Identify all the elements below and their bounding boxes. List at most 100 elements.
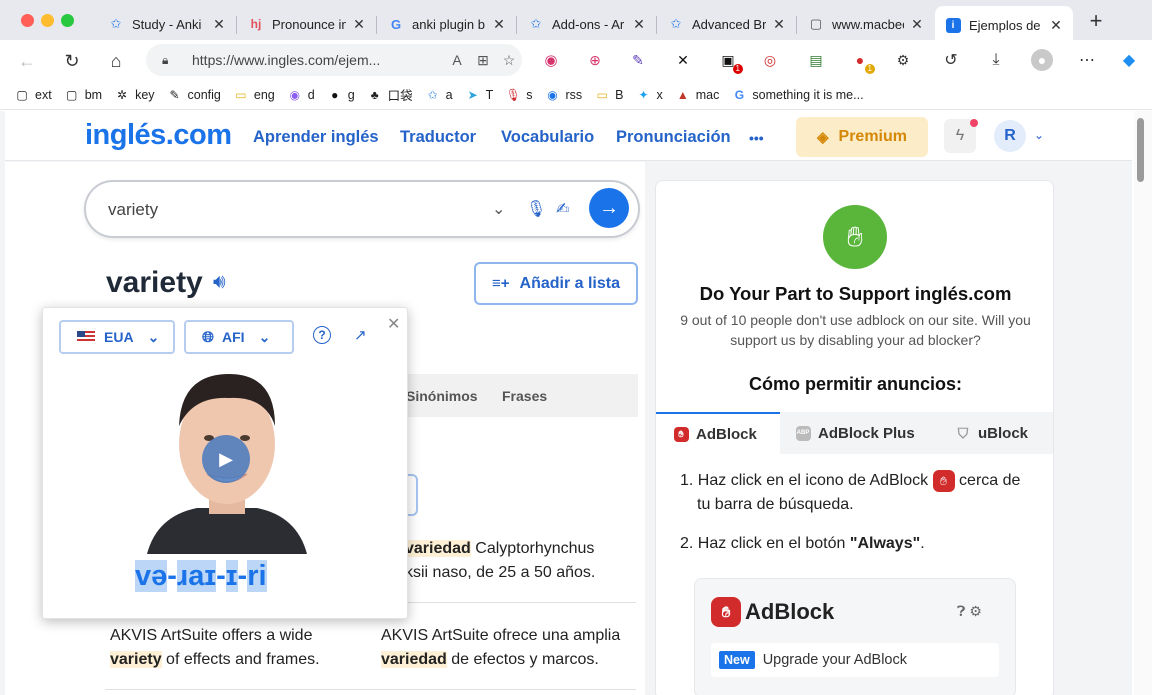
microphone-icon[interactable]: 🎙︎ — [526, 199, 546, 219]
tab-add-ons[interactable]: ✩ Add-ons - Ar ✕ — [518, 8, 656, 40]
tab-ublock[interactable]: ⛉ uBlock — [954, 412, 1028, 454]
bookmark-config[interactable]: ✎ config — [167, 87, 220, 103]
pen-extension-icon[interactable]: ✎ — [628, 50, 648, 70]
ipa-syllable[interactable]: və — [135, 560, 168, 592]
page-scrollbar[interactable] — [1134, 111, 1152, 695]
minimize-window-button[interactable] — [41, 14, 54, 27]
tab-macbec[interactable]: ▢ www.macbec ✕ — [798, 8, 934, 40]
tab-adblock-plus[interactable]: ABP AdBlock Plus — [794, 412, 915, 454]
play-button[interactable]: ▶ — [202, 435, 250, 483]
premium-button[interactable]: ◈ Premium — [796, 117, 928, 157]
downloads-icon[interactable]: ⤓ — [986, 50, 1006, 70]
bookmark-label: bm — [84, 87, 103, 102]
close-tab-icon[interactable]: ✕ — [632, 16, 646, 33]
mic-icon: 🎙︎ — [505, 87, 521, 102]
bookmark-mac[interactable]: ▲ mac — [675, 87, 720, 103]
search-go-button[interactable]: → — [589, 188, 629, 228]
search-box[interactable]: variety ⌄ 🎙︎ ✍︎ → — [84, 180, 640, 238]
close-tab-icon[interactable]: ✕ — [1049, 17, 1063, 34]
anki-star-icon: ✩ — [427, 87, 438, 102]
help-icon[interactable]: ? — [313, 326, 331, 344]
close-tab-icon[interactable]: ✕ — [352, 16, 366, 33]
bookmark-eng[interactable]: ▭ eng — [233, 87, 275, 103]
nav-more[interactable]: ••• — [749, 130, 764, 146]
close-tab-icon[interactable]: ✕ — [492, 16, 506, 33]
site-logo[interactable]: inglés.com — [85, 119, 232, 152]
bookmark-label: T — [485, 87, 494, 102]
ipa-syllable[interactable]: ri — [247, 560, 267, 592]
bookmark-[interactable]: ♣ 口袋 — [367, 85, 413, 104]
ipa-syllable[interactable]: ɪ — [225, 560, 238, 592]
extensions-puzzle-icon[interactable]: ⚙ — [893, 50, 913, 70]
bookmark-s[interactable]: 🎙︎ s — [505, 87, 533, 103]
address-bar[interactable]: 🔒︎ https://www.ingles.com/ejem... A ⊞ ☆ — [146, 44, 522, 76]
anki-star-icon: ✩ — [670, 16, 682, 31]
chevron-down-icon[interactable]: ⌄ — [492, 199, 505, 219]
record-extension-icon[interactable]: ◎ — [760, 50, 780, 70]
nav-pronunciacion[interactable]: Pronunciación — [616, 128, 731, 147]
close-tab-icon[interactable]: ✕ — [212, 16, 226, 33]
chevron-down-icon[interactable]: ⌄ — [1034, 128, 1044, 142]
close-tab-icon[interactable]: ✕ — [772, 16, 786, 33]
video-extension-icon[interactable]: ◉ — [541, 50, 561, 70]
new-tab-button[interactable]: + — [1084, 10, 1108, 34]
favorite-star-icon[interactable]: ☆ — [496, 52, 522, 69]
bookmark-g[interactable]: ● g — [327, 87, 355, 103]
cross-arrows-extension-icon[interactable]: ✕ — [673, 50, 693, 70]
back-button[interactable]: ← — [14, 48, 40, 74]
ipa-syllable[interactable]: ɹaɪ — [176, 560, 217, 592]
tab-anki-plugin[interactable]: G anki plugin b ✕ — [378, 8, 516, 40]
close-window-button[interactable] — [21, 14, 34, 27]
nav-vocabulario[interactable]: Vocabulario — [501, 128, 594, 147]
more-menu-icon[interactable]: ⋯ — [1077, 50, 1097, 70]
scrollbar-thumb[interactable] — [1137, 118, 1144, 182]
copilot-icon[interactable]: ◆ — [1119, 50, 1139, 70]
close-tab-icon[interactable]: ✕ — [910, 16, 924, 33]
bookmark-rss[interactable]: ◉ rss — [545, 87, 582, 103]
reload-button[interactable]: ↻ — [59, 48, 85, 74]
grid-extension-icon[interactable]: ▣ 1 — [718, 50, 743, 74]
tab-pronounce[interactable]: hj Pronounce in ✕ — [238, 8, 376, 40]
red-circle-extension-icon[interactable]: ● 1 — [850, 50, 875, 74]
close-icon[interactable]: ✕ — [387, 314, 400, 334]
history-icon[interactable]: ↺ — [941, 50, 961, 70]
folder-icon: ▭ — [235, 87, 247, 102]
download-box-extension-icon[interactable]: ▤ — [806, 50, 826, 70]
bookmark-something-it-is-me[interactable]: Gsomething it is me... — [731, 87, 864, 103]
speaker-icon[interactable]: 🔊︎ — [213, 271, 226, 294]
external-link-icon[interactable]: ↗ — [354, 326, 367, 344]
mac-icon: ▲ — [676, 87, 689, 102]
app-available-icon[interactable]: ⊞ — [470, 52, 496, 69]
bookmark-ext[interactable]: ▢ ext — [14, 87, 51, 103]
help-icon: ❓︎ — [957, 603, 966, 619]
user-avatar[interactable]: R — [994, 120, 1026, 152]
adblock-preview-icons: ❓︎ ⚙ — [957, 603, 982, 620]
search-input[interactable]: variety — [108, 200, 158, 220]
home-button[interactable]: ⌂ — [103, 48, 129, 74]
tab-frases[interactable]: Frases — [502, 388, 547, 404]
tab-ejemplos-active[interactable]: i Ejemplos de ✕ — [935, 6, 1073, 44]
region-select[interactable]: EUA ⌄ — [59, 320, 175, 354]
notation-select[interactable]: 🌐︎ AFI ⌄ — [184, 320, 294, 354]
profile-avatar-icon[interactable]: ● — [1031, 49, 1053, 71]
bookmark-x[interactable]: ✦ x — [636, 87, 662, 103]
bookmark-key[interactable]: ✲ key — [114, 87, 154, 103]
nav-aprender[interactable]: Aprender inglés — [253, 128, 379, 147]
bookmark-b[interactable]: ▭ B — [594, 87, 624, 103]
bookmark-a[interactable]: ✩ a — [425, 87, 453, 103]
nav-traductor[interactable]: Traductor — [400, 128, 476, 147]
tab-adblock[interactable]: ✋︎ AdBlock — [656, 412, 780, 454]
bookmark-bm[interactable]: ▢ bm — [64, 87, 102, 103]
search-magnifier-extension-icon[interactable]: ⊕ — [585, 50, 605, 70]
add-to-list-button[interactable]: ≡+ Añadir a lista — [474, 262, 638, 305]
tab-study-anki[interactable]: ✩ Study - Anki ✕ — [98, 8, 236, 40]
bookmark-label: g — [347, 87, 355, 102]
read-aloud-icon[interactable]: A — [444, 52, 470, 68]
zoom-window-button[interactable] — [61, 14, 74, 27]
tab-advanced-browser[interactable]: ✩ Advanced Br ✕ — [658, 8, 796, 40]
tab-sinonimos[interactable]: Sinónimos — [406, 388, 478, 404]
bookmark-t[interactable]: ➤ T — [465, 87, 494, 103]
bookmark-d[interactable]: ◉ d — [287, 87, 314, 103]
handwriting-icon[interactable]: ✍︎ — [556, 199, 569, 219]
card-subtitle-line1: 9 out of 10 people don't use adblock on … — [680, 312, 1031, 328]
